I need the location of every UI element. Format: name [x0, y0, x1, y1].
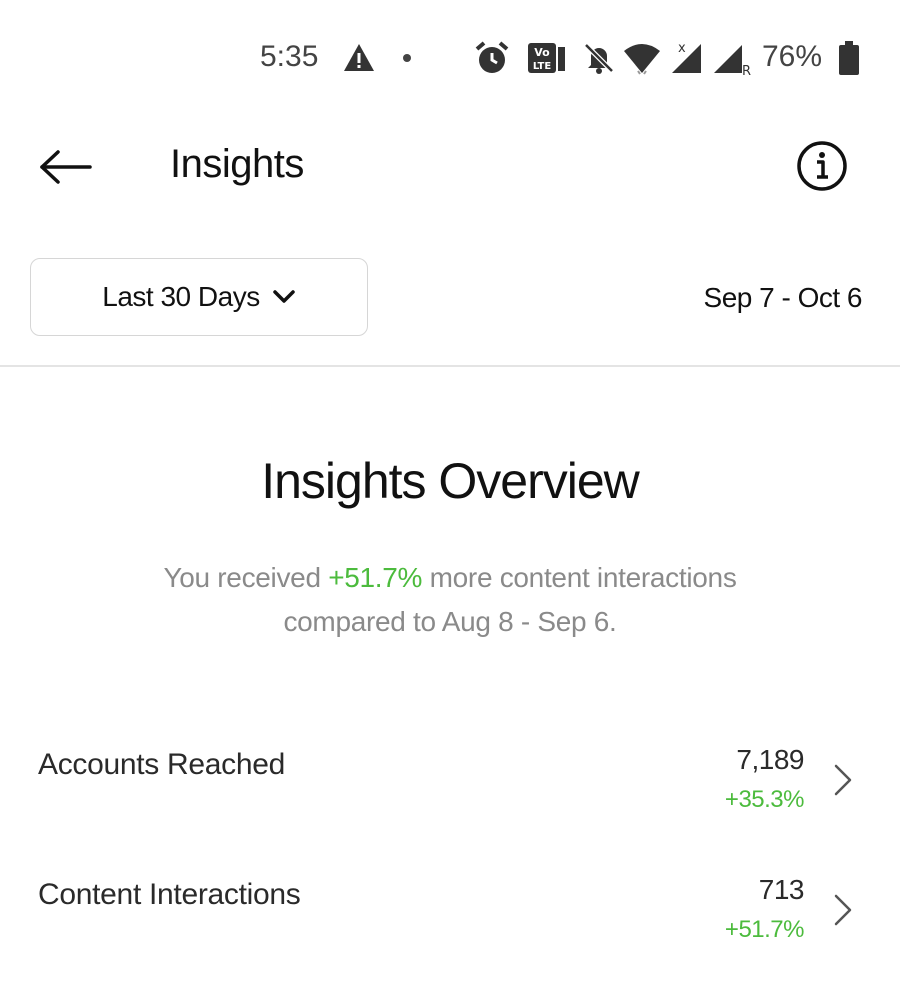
chevron-right-icon	[834, 894, 852, 926]
overview-text-after: more content interactions	[422, 562, 737, 593]
signal-icon: x	[668, 38, 706, 78]
alarm-icon	[474, 38, 510, 78]
info-button[interactable]	[796, 140, 848, 192]
metric-change: +51.7%	[724, 916, 805, 943]
svg-text:R: R	[742, 64, 751, 76]
metric-change: +35.3%	[724, 786, 805, 813]
overview-title: Insights Overview	[261, 453, 640, 509]
date-range-dropdown[interactable]: Last 30 Days	[30, 258, 368, 336]
overview-text-before: You received	[163, 562, 329, 593]
overview-highlight: +51.7%	[328, 562, 423, 593]
page-title: Insights	[170, 142, 304, 186]
divider	[0, 365, 900, 367]
back-button[interactable]	[36, 142, 96, 192]
volte-icon: Vo LTE	[527, 38, 569, 78]
metric-row-content-interactions[interactable]: Content Interactions 713 +51.7%	[0, 872, 900, 972]
metric-label: Accounts Reached	[38, 748, 286, 781]
warning-icon	[342, 38, 376, 78]
battery-percent: 76%	[762, 40, 823, 73]
svg-text:x: x	[678, 41, 686, 56]
status-bar: 5:35 Vo LTE x R 76%	[0, 0, 900, 120]
bell-off-icon	[582, 38, 616, 78]
info-icon	[797, 141, 847, 191]
date-range-label: Last 30 Days	[102, 281, 260, 312]
wifi-icon	[622, 38, 662, 78]
svg-text:LTE: LTE	[533, 61, 552, 72]
metric-value: 713	[758, 874, 805, 905]
metric-label: Content Interactions	[38, 878, 301, 911]
metric-value: 7,189	[736, 744, 804, 775]
chevron-down-icon	[272, 289, 296, 305]
overview-text-line2: compared to Aug 8 - Sep 6.	[283, 606, 617, 637]
chevron-right-icon	[834, 764, 852, 796]
arrow-left-icon	[40, 150, 92, 184]
battery-icon	[838, 38, 860, 78]
date-range-text: Sep 7 - Oct 6	[703, 282, 863, 313]
dot-icon	[402, 38, 412, 78]
svg-text:Vo: Vo	[534, 46, 550, 59]
overview-summary: You received +51.7% more content interac…	[0, 556, 900, 644]
metric-row-accounts-reached[interactable]: Accounts Reached 7,189 +35.3%	[0, 742, 900, 842]
status-time: 5:35	[260, 40, 319, 73]
signal-roaming-icon: R	[712, 38, 752, 78]
